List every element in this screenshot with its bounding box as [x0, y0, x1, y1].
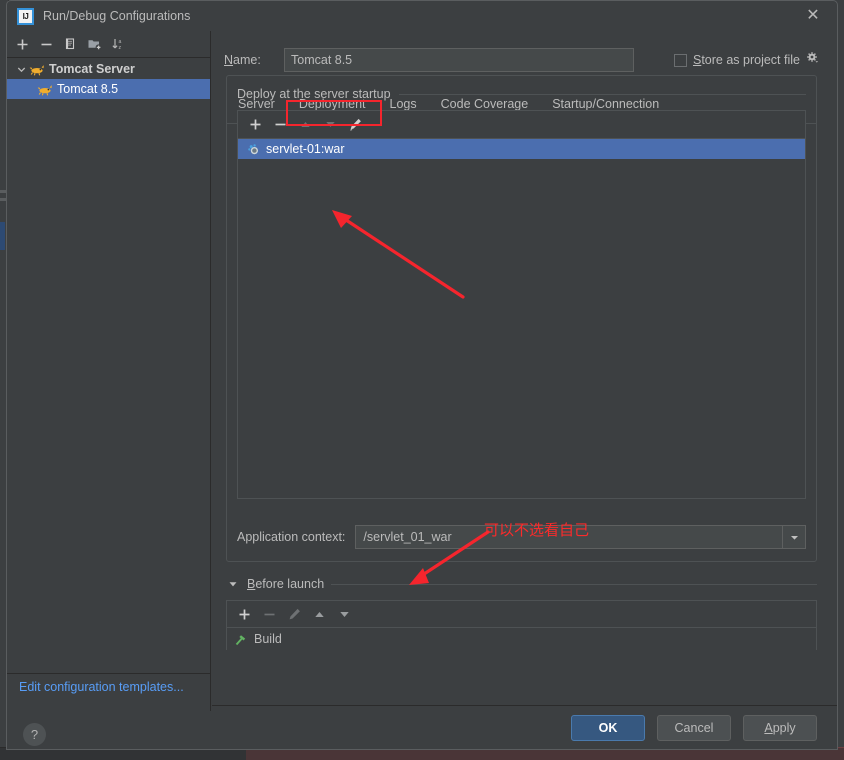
- tree-item-label: Tomcat 8.5: [57, 82, 119, 96]
- dialog-footer: OK Cancel Apply: [212, 705, 837, 749]
- deployment-list-item[interactable]: servlet-01:war: [238, 139, 805, 159]
- store-as-project-file-label[interactable]: Store as project file: [693, 53, 800, 67]
- edit-configuration-templates-link[interactable]: Edit configuration templates...: [19, 680, 184, 694]
- remove-task-button: [258, 603, 280, 625]
- edit-task-button: [283, 603, 305, 625]
- name-label: Name:: [224, 53, 261, 67]
- deploy-group-header: Deploy at the server startup: [237, 87, 806, 101]
- sidebar-toolbar: a z: [7, 31, 210, 58]
- application-context-value: /servlet_01_war: [363, 530, 452, 544]
- tomcat-icon: [29, 62, 45, 76]
- triangle-down-icon[interactable]: [226, 577, 240, 591]
- deployment-list-toolbar: [238, 111, 805, 139]
- ide-background-highlight: [0, 222, 5, 250]
- before-launch-item[interactable]: Build: [227, 628, 816, 650]
- close-icon[interactable]: ✕: [803, 6, 823, 26]
- intellij-logo-icon: IJ: [17, 7, 34, 25]
- svg-text:z: z: [118, 45, 121, 51]
- folder-add-icon[interactable]: [83, 33, 105, 55]
- configurations-sidebar: a z Tomcat Server Tomcat 8.5 Edit config…: [7, 31, 211, 746]
- artifact-icon: [246, 142, 260, 156]
- edit-templates-area: Edit configuration templates... ?: [7, 673, 211, 746]
- build-hammer-icon: [233, 632, 248, 647]
- before-launch-header: Before launch: [226, 577, 817, 591]
- deployment-item-label: servlet-01:war: [266, 142, 345, 156]
- deployment-list-box: servlet-01:war: [237, 110, 806, 499]
- remove-configuration-button[interactable]: [35, 33, 57, 55]
- dialog-titlebar: IJ Run/Debug Configurations ✕: [7, 1, 837, 31]
- deployment-panel: Deploy at the server startup servlet-01:…: [226, 75, 817, 562]
- before-launch-divider: [331, 583, 817, 585]
- before-launch-toolbar: [227, 601, 816, 628]
- name-row: Name: Store as project file: [212, 31, 837, 73]
- deploy-group-title: Deploy at the server startup: [237, 87, 391, 101]
- run-debug-configurations-dialog: IJ Run/Debug Configurations ✕ a z Tomcat…: [6, 0, 838, 750]
- group-divider: [398, 93, 806, 95]
- task-move-down-button[interactable]: [333, 603, 355, 625]
- add-task-button[interactable]: [233, 603, 255, 625]
- pencil-icon[interactable]: [344, 114, 366, 136]
- gear-icon[interactable]: [806, 51, 819, 69]
- application-context-combobox[interactable]: /servlet_01_war: [355, 525, 806, 549]
- tomcat-icon: [37, 82, 53, 96]
- tree-group-label: Tomcat Server: [49, 62, 135, 76]
- add-artifact-button[interactable]: [244, 114, 266, 136]
- add-configuration-button[interactable]: [11, 33, 33, 55]
- arrow-down-icon: [319, 114, 341, 136]
- apply-button[interactable]: Apply: [743, 714, 817, 741]
- tree-item-tomcat-85[interactable]: Tomcat 8.5: [7, 79, 210, 99]
- before-launch-box: Build: [226, 600, 817, 650]
- store-as-project-file-group: Store as project file: [673, 51, 819, 69]
- dialog-body: a z Tomcat Server Tomcat 8.5 Edit config…: [7, 31, 837, 749]
- arrow-up-icon: [294, 114, 316, 136]
- before-launch-section: Before launch Build: [226, 577, 817, 650]
- application-context-row: Application context: /servlet_01_war: [237, 525, 806, 549]
- task-move-up-button[interactable]: [308, 603, 330, 625]
- help-button[interactable]: ?: [23, 723, 46, 746]
- application-context-label: Application context:: [237, 530, 346, 544]
- store-as-project-file-checkbox[interactable]: [673, 53, 687, 67]
- sort-az-icon[interactable]: a z: [107, 33, 129, 55]
- screenshot-root: IJ Run/Debug Configurations ✕ a z Tomcat…: [0, 0, 844, 760]
- name-input[interactable]: [284, 48, 634, 72]
- remove-artifact-button[interactable]: [269, 114, 291, 136]
- cancel-button[interactable]: Cancel: [657, 714, 731, 741]
- tree-group-tomcat-server[interactable]: Tomcat Server: [7, 59, 210, 79]
- before-launch-item-label: Build: [254, 632, 282, 646]
- configurations-tree: Tomcat Server Tomcat 8.5: [7, 58, 210, 99]
- dialog-title: Run/Debug Configurations: [43, 9, 191, 23]
- configuration-main-panel: Name: Store as project file: [212, 31, 837, 749]
- chevron-down-icon[interactable]: [782, 526, 805, 548]
- before-launch-title: Before launch: [247, 577, 325, 591]
- copy-icon[interactable]: [59, 33, 81, 55]
- chevron-down-icon[interactable]: [13, 61, 29, 77]
- ok-button[interactable]: OK: [571, 714, 645, 741]
